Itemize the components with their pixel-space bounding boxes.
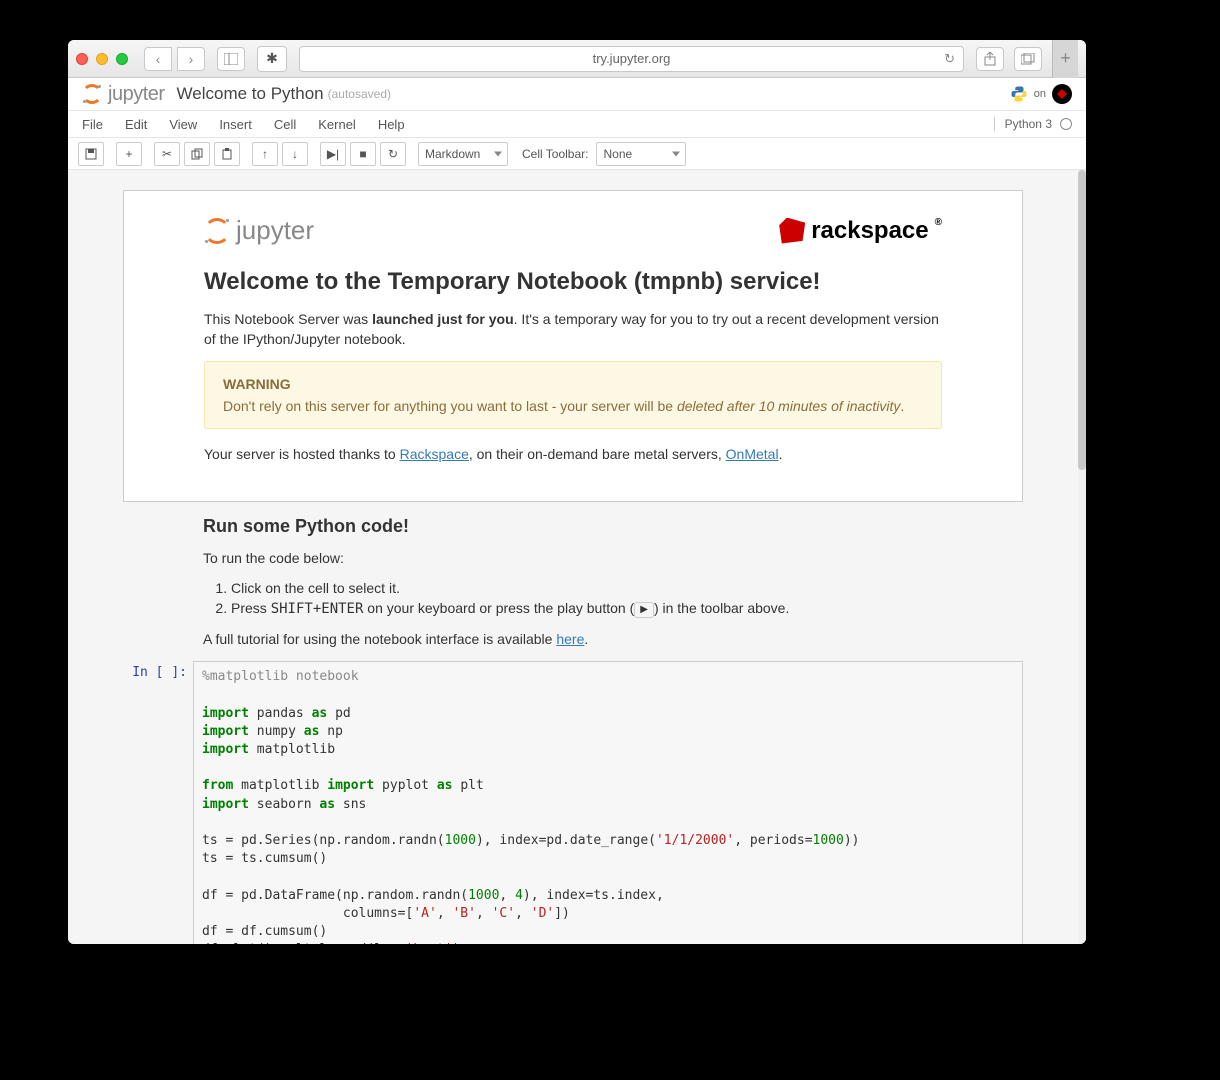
extension-button[interactable]: ✱ [257, 46, 287, 72]
warning-title: WARNING [223, 376, 923, 392]
menu-edit[interactable]: Edit [125, 117, 147, 132]
sidebar-toggle-button[interactable] [217, 47, 245, 71]
cut-button[interactable]: ✂ [154, 142, 180, 166]
menubar: File Edit View Insert Cell Kernel Help P… [68, 110, 1086, 138]
scissors-icon: ✂ [162, 147, 172, 161]
jupyter-orbit-icon [82, 84, 102, 104]
new-tab-button[interactable]: + [1052, 40, 1078, 78]
markdown-cell-run[interactable]: Run some Python code! To run the code be… [123, 516, 1023, 649]
code-cell-1[interactable]: In [ ]: %matplotlib notebook import pand… [123, 661, 1023, 944]
hosting-paragraph: Your server is hosted thanks to Rackspac… [204, 445, 942, 465]
kernel-name: Python 3 [1005, 117, 1052, 131]
save-icon [85, 148, 97, 160]
minimize-window-button[interactable] [96, 53, 108, 65]
cell-type-select[interactable]: Markdown [418, 142, 508, 166]
puzzle-icon: ✱ [266, 50, 278, 67]
restart-icon: ↻ [388, 147, 398, 161]
welcome-paragraph: This Notebook Server was launched just f… [204, 310, 942, 349]
run-button[interactable]: ▶| [320, 142, 346, 166]
code-prompt: In [ ]: [123, 661, 193, 944]
paste-button[interactable] [214, 142, 240, 166]
scrollbar[interactable] [1078, 170, 1086, 944]
notebook-name[interactable]: Welcome to Python [177, 84, 324, 104]
run-intro: To run the code below: [203, 549, 943, 569]
maximize-window-button[interactable] [116, 53, 128, 65]
markdown-cell-welcome[interactable]: jupyter rackspace® Welcome to the Tempor… [123, 190, 1023, 502]
jupyter-orbit-icon [204, 218, 230, 244]
code-input[interactable]: %matplotlib notebook import pandas as pd… [193, 661, 1023, 944]
move-down-button[interactable]: ↓ [282, 142, 308, 166]
interrupt-button[interactable]: ■ [350, 142, 376, 166]
jupyter-logo-large: jupyter [204, 215, 314, 246]
kernel-indicator: Python 3 [994, 117, 1072, 131]
menu-view[interactable]: View [169, 117, 197, 132]
reload-icon[interactable]: ↻ [944, 51, 955, 67]
forward-button[interactable]: › [177, 47, 205, 71]
step-2: Press SHIFT+ENTER on your keyboard or pr… [231, 600, 943, 617]
share-icon [984, 52, 996, 66]
arrow-up-icon: ↑ [262, 147, 268, 161]
rackspace-icon[interactable] [1052, 84, 1072, 104]
plus-icon: + [125, 147, 132, 161]
scrollbar-thumb[interactable] [1078, 170, 1086, 470]
rackspace-mark-icon [779, 218, 805, 244]
restart-button[interactable]: ↻ [380, 142, 406, 166]
cell-toolbar-label: Cell Toolbar: [522, 147, 588, 161]
copy-icon [191, 148, 203, 160]
menu-kernel[interactable]: Kernel [318, 117, 356, 132]
tabs-icon [1021, 53, 1035, 65]
tabs-button[interactable] [1014, 47, 1042, 71]
run-steps: Click on the cell to select it. Press SH… [231, 580, 943, 617]
back-button[interactable]: ‹ [144, 47, 172, 71]
python-icon [1010, 85, 1028, 103]
jupyter-wordmark: jupyter [108, 83, 165, 106]
browser-titlebar: ‹ › ✱ try.jupyter.org ↻ + [68, 40, 1086, 78]
rackspace-link[interactable]: Rackspace [400, 446, 469, 462]
save-button[interactable] [78, 142, 104, 166]
menu-insert[interactable]: Insert [219, 117, 252, 132]
step-1: Click on the cell to select it. [231, 580, 943, 596]
url-text: try.jupyter.org [593, 51, 671, 66]
hosted-on-label: on [1034, 88, 1046, 100]
paste-icon [221, 148, 233, 160]
jupyter-header: jupyter Welcome to Python (autosaved) on [68, 78, 1086, 110]
autosave-status: (autosaved) [328, 87, 391, 101]
insert-cell-button[interactable]: + [116, 142, 142, 166]
sidebar-icon [224, 53, 238, 65]
run-icon: ▶| [327, 147, 339, 161]
notebook-container[interactable]: jupyter rackspace® Welcome to the Tempor… [68, 170, 1078, 944]
play-icon: ▶ [634, 602, 654, 618]
rackspace-logo: rackspace® [779, 217, 942, 245]
run-heading: Run some Python code! [203, 516, 943, 537]
tutorial-paragraph: A full tutorial for using the notebook i… [203, 630, 943, 650]
toolbar: + ✂ ↑ ↓ ▶| ■ ↻ Markdown Cell Toolbar: No… [68, 138, 1086, 170]
address-bar[interactable]: try.jupyter.org ↻ [299, 46, 964, 72]
jupyter-wordmark: jupyter [236, 215, 314, 246]
stop-icon: ■ [359, 147, 366, 161]
menu-cell[interactable]: Cell [274, 117, 296, 132]
cell-type-value: Markdown [425, 147, 480, 161]
menu-file[interactable]: File [82, 117, 103, 132]
cell-toolbar-value: None [603, 147, 632, 161]
copy-button[interactable] [184, 142, 210, 166]
menu-help[interactable]: Help [378, 117, 405, 132]
share-button[interactable] [976, 47, 1004, 71]
cell-toolbar-select[interactable]: None [596, 142, 686, 166]
welcome-heading: Welcome to the Temporary Notebook (tmpnb… [204, 268, 942, 296]
onmetal-link[interactable]: OnMetal [726, 446, 779, 462]
tutorial-link[interactable]: here [556, 631, 584, 647]
close-window-button[interactable] [76, 53, 88, 65]
arrow-down-icon: ↓ [292, 147, 298, 161]
kernel-status-icon [1060, 118, 1072, 130]
warning-box: WARNING Don't rely on this server for an… [204, 361, 942, 429]
move-up-button[interactable]: ↑ [252, 142, 278, 166]
rackspace-wordmark: rackspace [811, 217, 928, 245]
jupyter-logo[interactable]: jupyter [82, 83, 165, 106]
browser-window: ‹ › ✱ try.jupyter.org ↻ + jupyter Welcom… [68, 40, 1086, 944]
window-controls [76, 53, 128, 65]
